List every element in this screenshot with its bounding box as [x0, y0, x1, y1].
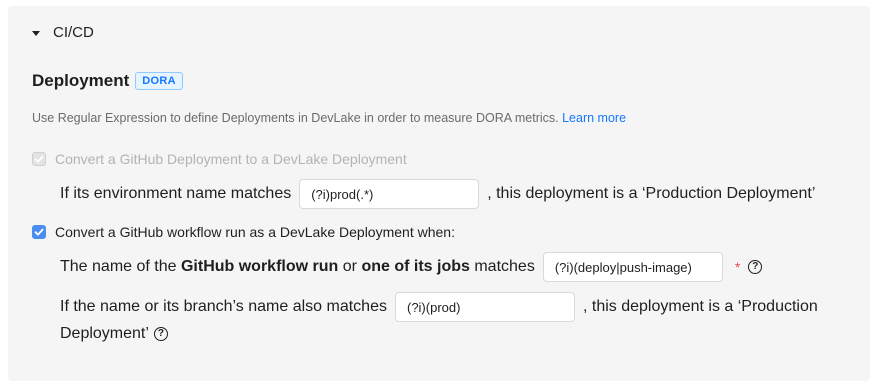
dora-tag: DORA: [135, 72, 183, 90]
workflow-run-label: Convert a GitHub workflow run as a DevLa…: [55, 224, 455, 240]
check-icon: [34, 155, 44, 163]
environment-regex-input[interactable]: [299, 179, 480, 209]
environment-match-row: If its environment name matches , this d…: [60, 179, 815, 209]
caret-down-icon[interactable]: [32, 30, 40, 36]
deployment-title: Deployment: [32, 71, 130, 90]
github-deployment-option[interactable]: Convert a GitHub Deployment to a DevLake…: [32, 151, 407, 167]
workflow-run-bold-text: GitHub workflow run: [180, 258, 339, 275]
name-prefix-text: The name of the: [60, 258, 177, 275]
cicd-panel: CI/CD Deployment DORA Use Regular Expres…: [8, 6, 870, 381]
workflow-regex-input[interactable]: [542, 252, 723, 282]
or-text: or: [342, 258, 357, 275]
workflow-run-option[interactable]: Convert a GitHub workflow run as a DevLa…: [32, 224, 455, 240]
branch-match-row: If the name or its branch’s name also ma…: [60, 292, 818, 322]
deployment-description: Use Regular Expression to define Deploym…: [32, 111, 626, 125]
env-suffix-text: , this deployment is a ‘Production Deplo…: [487, 185, 816, 202]
workflow-name-row: The name of the GitHub workflow run or o…: [60, 252, 763, 282]
branch-prefix-text: If the name or its branch’s name also ma…: [60, 298, 387, 315]
branch-suffix-text-2: Deployment’: [60, 325, 149, 342]
env-prefix-text: If its environment name matches: [60, 185, 292, 202]
github-deployment-checkbox[interactable]: [32, 152, 46, 166]
matches-text: matches: [474, 258, 535, 275]
required-asterisk: *: [734, 259, 741, 275]
branch-regex-input[interactable]: [394, 292, 575, 322]
github-deployment-label: Convert a GitHub Deployment to a DevLake…: [55, 151, 407, 167]
section-title: CI/CD: [53, 24, 94, 41]
deployment-heading: Deployment DORA: [32, 71, 183, 91]
workflow-run-checkbox[interactable]: [32, 225, 46, 239]
check-icon: [34, 228, 44, 236]
jobs-bold-text: one of its jobs: [361, 258, 470, 275]
branch-suffix-continued: Deployment’ ?: [60, 325, 168, 343]
branch-suffix-text: , this deployment is a ‘Production: [582, 298, 818, 315]
question-circle-icon[interactable]: ?: [748, 260, 763, 274]
description-text: Use Regular Expression to define Deploym…: [32, 111, 559, 125]
cicd-section-header[interactable]: CI/CD: [32, 24, 94, 41]
question-circle-icon[interactable]: ?: [153, 327, 168, 341]
learn-more-link[interactable]: Learn more: [562, 111, 626, 125]
